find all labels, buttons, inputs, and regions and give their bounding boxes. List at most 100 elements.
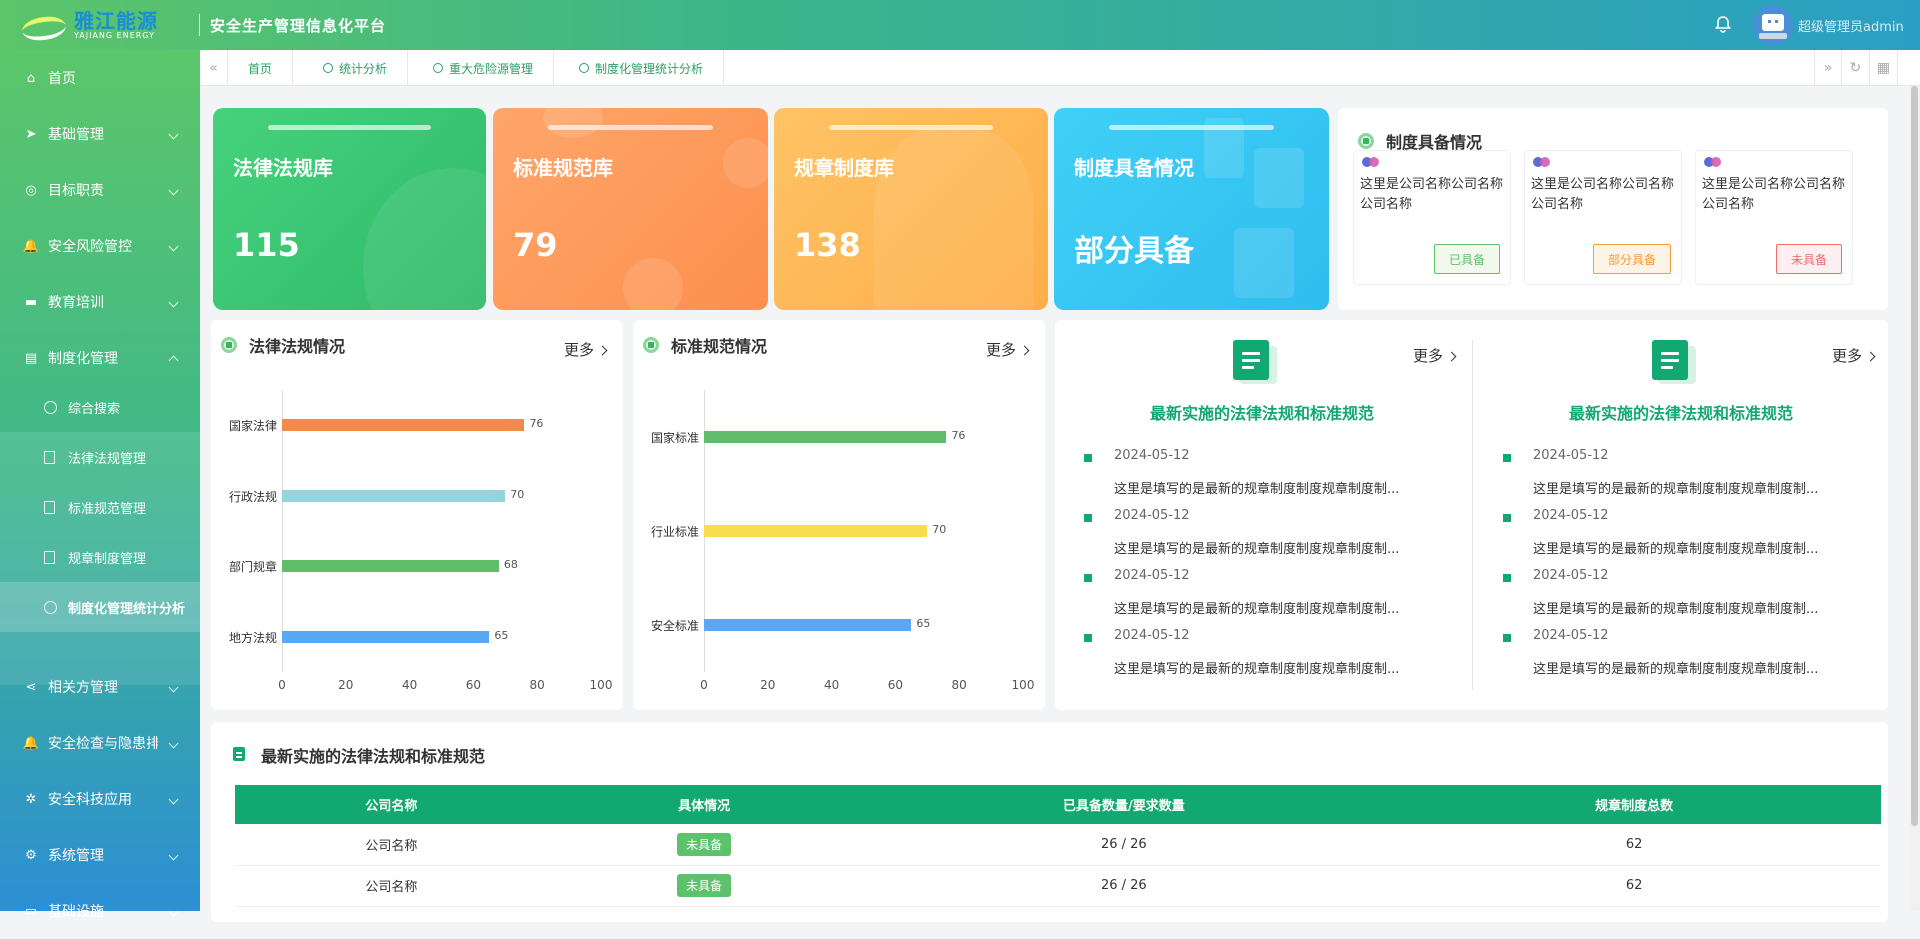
vertical-scrollbar[interactable]: [1909, 86, 1920, 911]
bar-category-label: 行业标准: [650, 525, 699, 539]
x-tick-label: 20: [760, 678, 776, 692]
news-text: 这里是填写的是最新的规章制度制度规章制度制...: [1114, 662, 1400, 677]
sidebar-subitem-label: 法律法规管理: [68, 451, 147, 467]
refresh-icon[interactable]: ↻: [1842, 50, 1870, 86]
news-date: 2024-05-12: [1533, 568, 1609, 583]
sidebar-item-7[interactable]: 🔔 安全检查与隐患排查: [0, 715, 200, 771]
x-tick-label: 20: [338, 678, 354, 692]
company-card[interactable]: 这里是公司名称公司名称公司名称 未具备: [1695, 150, 1853, 285]
sidebar-item-8[interactable]: ✲ 安全科技应用: [0, 771, 200, 827]
sidebar-item-4[interactable]: ▬ 教育培训: [0, 274, 200, 330]
laws-chart-panel: 法律法规情况 更多 国家法律 76 行政法规 70 部门规章 68 地方法规 65 0 20 40 6…: [211, 320, 623, 710]
stat-card-laws[interactable]: 法律法规库 115: [213, 108, 486, 310]
news-item[interactable]: 2024-05-12 这里是填写的是最新的规章制度制度规章制度制...: [1503, 508, 1843, 568]
stat-card-standards[interactable]: 标准规范库 79: [493, 108, 768, 310]
tab-home[interactable]: 首页: [228, 50, 294, 86]
news-item[interactable]: 2024-05-12 这里是填写的是最新的规章制度制度规章制度制...: [1084, 568, 1424, 628]
bullet-icon: [1503, 574, 1511, 582]
sidebar-item-5[interactable]: ▤ 制度化管理: [0, 330, 200, 386]
document-icon: [1233, 340, 1277, 384]
bar-category-label: 行政法规: [228, 489, 277, 504]
target-icon: ◎: [25, 182, 37, 198]
bar[interactable]: [282, 419, 525, 432]
sidebar-item-9[interactable]: ⚙ 系统管理: [0, 827, 200, 883]
more-link[interactable]: 更多: [986, 339, 1030, 360]
status-badge: 未具备: [677, 832, 732, 856]
bar[interactable]: [282, 560, 499, 573]
news-item[interactable]: 2024-05-12 这里是填写的是最新的规章制度制度规章制度制...: [1503, 448, 1843, 508]
sidebar-subitem-0[interactable]: 综合搜索: [0, 382, 200, 432]
more-link[interactable]: 更多: [564, 339, 608, 360]
sidebar-subitem-4[interactable]: 制度化管理统计分析: [0, 582, 200, 632]
chart-icon: [579, 63, 589, 73]
total-cell: 62: [1387, 865, 1881, 907]
news-item[interactable]: 2024-05-12 这里是填写的是最新的规章制度制度规章制度制...: [1503, 568, 1843, 628]
chart-icon: [44, 600, 57, 614]
tab-major-hazard[interactable]: 重大危险源管理: [413, 50, 555, 86]
grid-menu-icon[interactable]: ▦: [1870, 50, 1898, 86]
sidebar-item-10[interactable]: ▭ 基础设施: [0, 883, 200, 939]
status-badge: 部分具备: [1592, 244, 1671, 274]
status-cell: 未具备: [547, 824, 861, 866]
sidebar-item-2[interactable]: ◎ 目标职责: [0, 162, 200, 218]
chevron-down-icon: [168, 906, 179, 916]
table-row[interactable]: 公司名称 未具备 26 / 26 62: [235, 824, 1881, 866]
stat-card-regulations[interactable]: 规章制度库 138: [774, 108, 1048, 310]
bar-category-label: 国家标准: [650, 431, 699, 445]
table-panel: 最新实施的法律法规和标准规范 公司名称 具体情况 已具备数量/要求数量 规章制度总数 …: [211, 722, 1888, 922]
sidebar-subitem-2[interactable]: 标准规范管理: [0, 482, 200, 532]
news-item[interactable]: 2024-05-12 这里是填写的是最新的规章制度制度规章制度制...: [1084, 628, 1424, 688]
company-card[interactable]: 这里是公司名称公司名称公司名称 部分具备: [1524, 150, 1682, 285]
sidebar-item-1[interactable]: ➤ 基础管理: [0, 106, 200, 162]
table-row[interactable]: 公司名称 未具备 26 / 26 62: [235, 865, 1881, 907]
search-icon: [44, 400, 57, 414]
more-link[interactable]: 更多: [1413, 345, 1457, 366]
tabs-scroll-right-icon[interactable]: »: [1814, 50, 1842, 86]
username[interactable]: 超级管理员admin: [1798, 16, 1904, 35]
stat-card-value: 部分具备: [1074, 234, 1194, 269]
bar[interactable]: [704, 525, 928, 537]
notification-bell-icon[interactable]: [1714, 15, 1732, 33]
news-item[interactable]: 2024-05-12 这里是填写的是最新的规章制度制度规章制度制...: [1503, 628, 1843, 688]
news-item[interactable]: 2024-05-12 这里是填写的是最新的规章制度制度规章制度制...: [1084, 448, 1424, 508]
scrollbar-thumb[interactable]: [1911, 86, 1918, 826]
sidebar: ⌂ 首页 ➤ 基础管理 ◎ 目标职责 🔔 安全风险管控 ▬ 教育培训 ▤ 制度化管理 ⋖ 相关方管理 🔔 安全…: [0, 50, 200, 920]
more-link[interactable]: 更多: [1832, 345, 1876, 366]
sidebar-item-6[interactable]: ⋖ 相关方管理: [0, 659, 200, 715]
sidebar-item-label: 安全检查与隐患排查: [48, 736, 158, 752]
news-item[interactable]: 2024-05-12 这里是填写的是最新的规章制度制度规章制度制...: [1084, 508, 1424, 568]
bar[interactable]: [704, 431, 947, 443]
sidebar-subitem-3[interactable]: 规章制度管理: [0, 532, 200, 582]
bar-value-label: 70: [932, 523, 947, 536]
logo[interactable]: 雅江能源 YAJIANG ENERGY: [22, 10, 158, 40]
stat-card-readiness[interactable]: 制度具备情况 部分具备: [1054, 108, 1329, 310]
news-date: 2024-05-12: [1114, 448, 1190, 463]
x-tick-label: 100: [1011, 678, 1035, 692]
bar[interactable]: [704, 619, 912, 631]
x-tick-label: 0: [278, 678, 286, 692]
tabs-scroll-left-icon[interactable]: «: [200, 50, 228, 86]
bar[interactable]: [282, 489, 506, 502]
chevron-right-icon: [1865, 351, 1876, 362]
sidebar-item-3[interactable]: 🔔 安全风险管控: [0, 218, 200, 274]
tab-statistics[interactable]: 统计分析: [303, 50, 409, 86]
copy-icon: [44, 450, 55, 464]
bar-value-label: 76: [951, 429, 966, 442]
news-list: 2024-05-12 这里是填写的是最新的规章制度制度规章制度制... 2024-0…: [1503, 448, 1863, 688]
news-date: 2024-05-12: [1114, 628, 1190, 643]
sidebar-item-0[interactable]: ⌂ 首页: [0, 50, 200, 106]
bullet-icon: [1503, 514, 1511, 522]
avatar[interactable]: [1753, 5, 1793, 45]
bar-value-label: 68: [503, 558, 518, 572]
sidebar-subitem-1[interactable]: 法律法规管理: [0, 432, 200, 482]
bell-icon: 🔔: [22, 735, 40, 751]
news-date: 2024-05-12: [1114, 568, 1190, 583]
stat-card-title: 法律法规库: [233, 156, 333, 180]
sidebar-item-label: 安全风险管控: [48, 239, 132, 255]
bullet-icon: [1084, 574, 1092, 582]
company-card[interactable]: 这里是公司名称公司名称公司名称 已具备: [1353, 150, 1511, 285]
sidebar-item-label: 目标职责: [48, 183, 104, 199]
bar[interactable]: [282, 630, 490, 643]
tab-institution-stats[interactable]: 制度化管理统计分析: [559, 50, 725, 86]
company-logo-icon: [1704, 157, 1726, 167]
